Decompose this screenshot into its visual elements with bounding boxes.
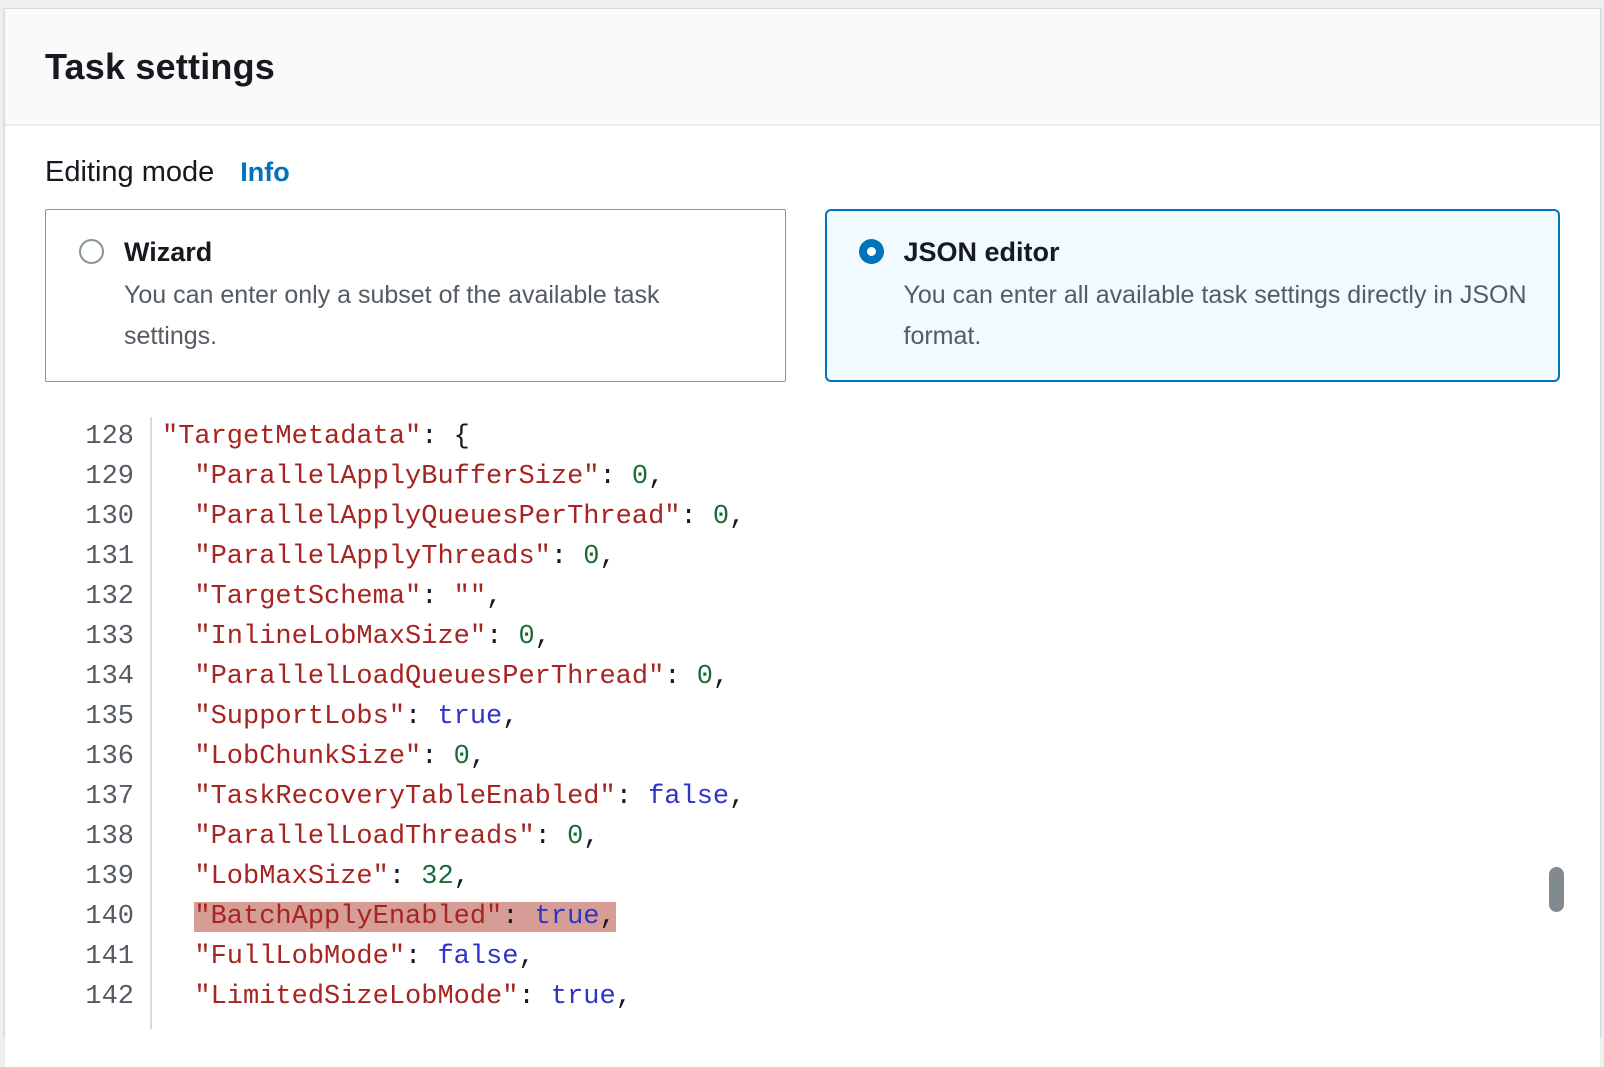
code-text: "ParallelApplyQueuesPerThread": 0, [150, 497, 745, 537]
code-line[interactable]: 137 "TaskRecoveryTableEnabled": false, [5, 777, 1600, 817]
code-line[interactable]: 133 "InlineLobMaxSize": 0, [5, 617, 1600, 657]
code-lines: 128"TargetMetadata": {129 "ParallelApply… [5, 417, 1600, 1017]
line-number: 141 [5, 937, 150, 977]
wizard-option-text: Wizard You can enter only a subset of th… [124, 234, 754, 357]
code-text: "TargetSchema": "", [150, 577, 502, 617]
line-number: 136 [5, 737, 150, 777]
code-line[interactable]: 135 "SupportLobs": true, [5, 697, 1600, 737]
code-text: "ParallelLoadThreads": 0, [150, 817, 599, 857]
wizard-option-label: Wizard [124, 234, 754, 270]
code-line[interactable]: 128"TargetMetadata": { [5, 417, 1600, 457]
code-text: "LobChunkSize": 0, [150, 737, 486, 777]
code-line[interactable]: 140 "BatchApplyEnabled": true, [5, 897, 1600, 937]
task-settings-panel: Task settings Editing mode Info Wizard Y… [4, 8, 1601, 1037]
code-text: "ParallelLoadQueuesPerThread": 0, [150, 657, 729, 697]
radio-selected-icon[interactable] [859, 239, 884, 264]
info-link[interactable]: Info [240, 157, 289, 188]
json-editor-option-card[interactable]: JSON editor You can enter all available … [825, 209, 1561, 382]
code-text: "TaskRecoveryTableEnabled": false, [150, 777, 745, 817]
line-number: 139 [5, 857, 150, 897]
editor-scrollbar-thumb[interactable] [1549, 867, 1564, 912]
json-code-editor[interactable]: 128"TargetMetadata": {129 "ParallelApply… [5, 417, 1600, 1067]
code-line[interactable]: 129 "ParallelApplyBufferSize": 0, [5, 457, 1600, 497]
line-number: 137 [5, 777, 150, 817]
code-text: "BatchApplyEnabled": true, [150, 897, 616, 937]
gutter-divider [150, 417, 152, 1029]
code-line[interactable]: 138 "ParallelLoadThreads": 0, [5, 817, 1600, 857]
line-number: 133 [5, 617, 150, 657]
code-line[interactable]: 130 "ParallelApplyQueuesPerThread": 0, [5, 497, 1600, 537]
wizard-option-description: You can enter only a subset of the avail… [124, 275, 754, 357]
panel-content: Editing mode Info Wizard You can enter o… [5, 126, 1600, 1067]
line-number: 134 [5, 657, 150, 697]
panel-header: Task settings [5, 9, 1600, 126]
code-line[interactable]: 132 "TargetSchema": "", [5, 577, 1600, 617]
code-line[interactable]: 139 "LobMaxSize": 32, [5, 857, 1600, 897]
code-text: "InlineLobMaxSize": 0, [150, 617, 551, 657]
line-number: 129 [5, 457, 150, 497]
code-line[interactable]: 142 "LimitedSizeLobMode": true, [5, 977, 1600, 1017]
code-line[interactable]: 134 "ParallelLoadQueuesPerThread": 0, [5, 657, 1600, 697]
code-line[interactable]: 136 "LobChunkSize": 0, [5, 737, 1600, 777]
code-text: "TargetMetadata": { [150, 417, 470, 457]
line-number: 140 [5, 897, 150, 937]
code-line[interactable]: 131 "ParallelApplyThreads": 0, [5, 537, 1600, 577]
radio-unselected-icon[interactable] [79, 239, 104, 264]
highlighted-match: "BatchApplyEnabled": true, [194, 902, 615, 932]
line-number: 130 [5, 497, 150, 537]
code-text: "LimitedSizeLobMode": true, [150, 977, 632, 1017]
code-line[interactable]: 141 "FullLobMode": false, [5, 937, 1600, 977]
code-text: "LobMaxSize": 32, [150, 857, 470, 897]
line-number: 128 [5, 417, 150, 457]
code-text: "FullLobMode": false, [150, 937, 535, 977]
panel-title: Task settings [45, 46, 275, 88]
code-text: "ParallelApplyBufferSize": 0, [150, 457, 664, 497]
line-number: 138 [5, 817, 150, 857]
line-number: 131 [5, 537, 150, 577]
editing-mode-row: Editing mode Info [45, 156, 1560, 189]
editing-mode-label: Editing mode [45, 156, 214, 189]
code-text: "ParallelApplyThreads": 0, [150, 537, 616, 577]
line-number: 135 [5, 697, 150, 737]
json-editor-option-text: JSON editor You can enter all available … [904, 234, 1534, 357]
editing-mode-options: Wizard You can enter only a subset of th… [45, 209, 1560, 382]
wizard-option-card[interactable]: Wizard You can enter only a subset of th… [45, 209, 786, 382]
code-text: "SupportLobs": true, [150, 697, 518, 737]
line-number: 142 [5, 977, 150, 1017]
line-number: 132 [5, 577, 150, 617]
json-editor-option-description: You can enter all available task setting… [904, 275, 1534, 357]
json-editor-option-label: JSON editor [904, 234, 1534, 270]
